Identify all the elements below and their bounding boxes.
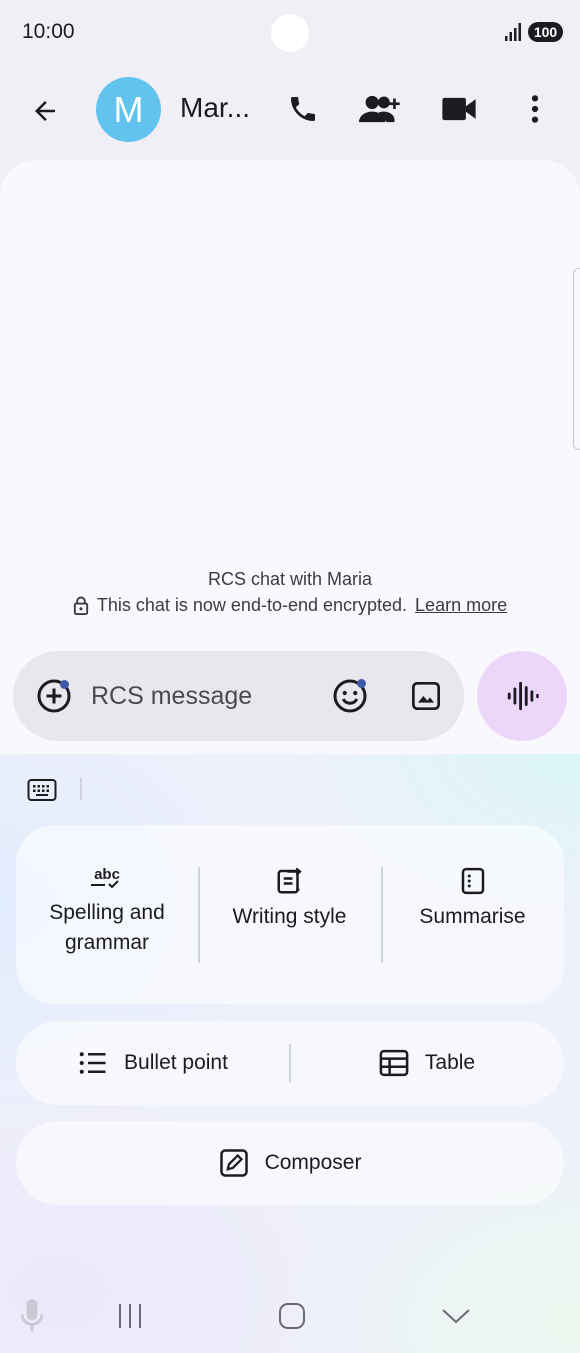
summarise-label: Summarise xyxy=(419,905,526,928)
toolbar-divider xyxy=(80,778,82,800)
scrollbar[interactable] xyxy=(573,268,580,450)
emoji-button[interactable] xyxy=(327,673,373,719)
encryption-notice: This chat is now end-to-end encrypted. L… xyxy=(0,595,580,616)
navigation-bar xyxy=(0,1280,580,1353)
bullet-point-button[interactable]: Bullet point xyxy=(16,1021,290,1105)
summarise-button[interactable]: Summarise xyxy=(381,866,564,932)
contact-name[interactable]: Mar... xyxy=(180,92,250,124)
emoji-badge xyxy=(357,679,366,688)
home-icon xyxy=(279,1303,305,1329)
home-button[interactable] xyxy=(272,1296,312,1336)
keyboard-toggle-button[interactable] xyxy=(22,774,62,806)
status-bar: 10:00 100 xyxy=(0,0,580,64)
writing-assist-panel: abc Spelling and grammar Writing style S… xyxy=(0,754,580,1353)
composer-button[interactable]: Composer xyxy=(16,1121,564,1205)
conversation-header: M Mar... xyxy=(0,64,580,156)
writing-tools-card: abc Spelling and grammar Writing style S… xyxy=(16,825,564,1004)
add-participant-button[interactable] xyxy=(356,86,404,132)
battery-level: 100 xyxy=(533,24,558,40)
video-call-button[interactable] xyxy=(436,86,482,132)
status-time: 10:00 xyxy=(22,20,75,43)
voice-input-button[interactable] xyxy=(14,1296,50,1336)
writing-style-button[interactable]: Writing style xyxy=(198,866,381,932)
writing-style-icon xyxy=(277,867,302,894)
table-label: Table xyxy=(424,1051,476,1074)
message-compose-bar: RCS message xyxy=(13,651,464,741)
attach-badge xyxy=(60,680,69,689)
avatar-initial: M xyxy=(113,88,144,130)
recent-apps-icon xyxy=(119,1304,141,1328)
video-camera-icon xyxy=(442,97,476,121)
bullet-list-icon xyxy=(79,1052,106,1074)
back-button[interactable] xyxy=(22,88,68,134)
encryption-text: This chat is now end-to-end encrypted. xyxy=(96,595,408,615)
battery-icon: 100 xyxy=(528,22,563,42)
table-button[interactable]: Table xyxy=(290,1021,564,1105)
more-vert-icon xyxy=(531,95,539,123)
spelling-label-line-1: Spelling and xyxy=(49,901,165,924)
keyboard-icon xyxy=(27,779,57,801)
spelling-label-line-2: grammar xyxy=(64,931,149,954)
more-options-button[interactable] xyxy=(512,86,558,132)
camera-cutout xyxy=(271,14,309,52)
writing-style-label: Writing style xyxy=(232,905,347,928)
gallery-button[interactable] xyxy=(403,673,449,719)
spelling-grammar-button[interactable]: abc Spelling and grammar xyxy=(16,866,198,958)
format-tools-card: Bullet point Table xyxy=(16,1021,564,1105)
table-icon xyxy=(379,1049,409,1077)
chat-type-info: RCS chat with Maria xyxy=(207,569,373,589)
recent-apps-button[interactable] xyxy=(110,1298,150,1334)
hide-keyboard-button[interactable] xyxy=(434,1298,478,1334)
voice-message-button[interactable] xyxy=(477,651,567,741)
composer-card: Composer xyxy=(16,1121,564,1205)
svg-text:abc: abc xyxy=(94,866,120,883)
phone-icon xyxy=(291,97,315,121)
edit-pencil-icon xyxy=(219,1149,248,1177)
add-person-icon xyxy=(359,95,400,123)
voice-waveform-icon xyxy=(507,681,539,711)
hide-keyboard-icon xyxy=(442,1309,470,1324)
composer-label: Composer xyxy=(264,1151,362,1174)
message-input[interactable]: RCS message xyxy=(91,682,252,711)
learn-more-link[interactable]: Learn more xyxy=(415,595,507,616)
lock-icon xyxy=(73,596,88,615)
gallery-icon xyxy=(412,682,440,710)
mic-icon xyxy=(20,1299,44,1332)
contact-avatar[interactable]: M xyxy=(96,77,161,142)
voice-call-button[interactable] xyxy=(280,86,326,132)
back-arrow-icon xyxy=(35,101,55,121)
spelling-grammar-label: Spelling and grammar xyxy=(49,898,165,958)
attach-button[interactable] xyxy=(31,673,77,719)
signal-icon xyxy=(505,23,521,41)
summarise-icon xyxy=(461,867,484,895)
spelling-check-icon: abc xyxy=(91,866,120,889)
bullet-point-label: Bullet point xyxy=(124,1051,228,1074)
